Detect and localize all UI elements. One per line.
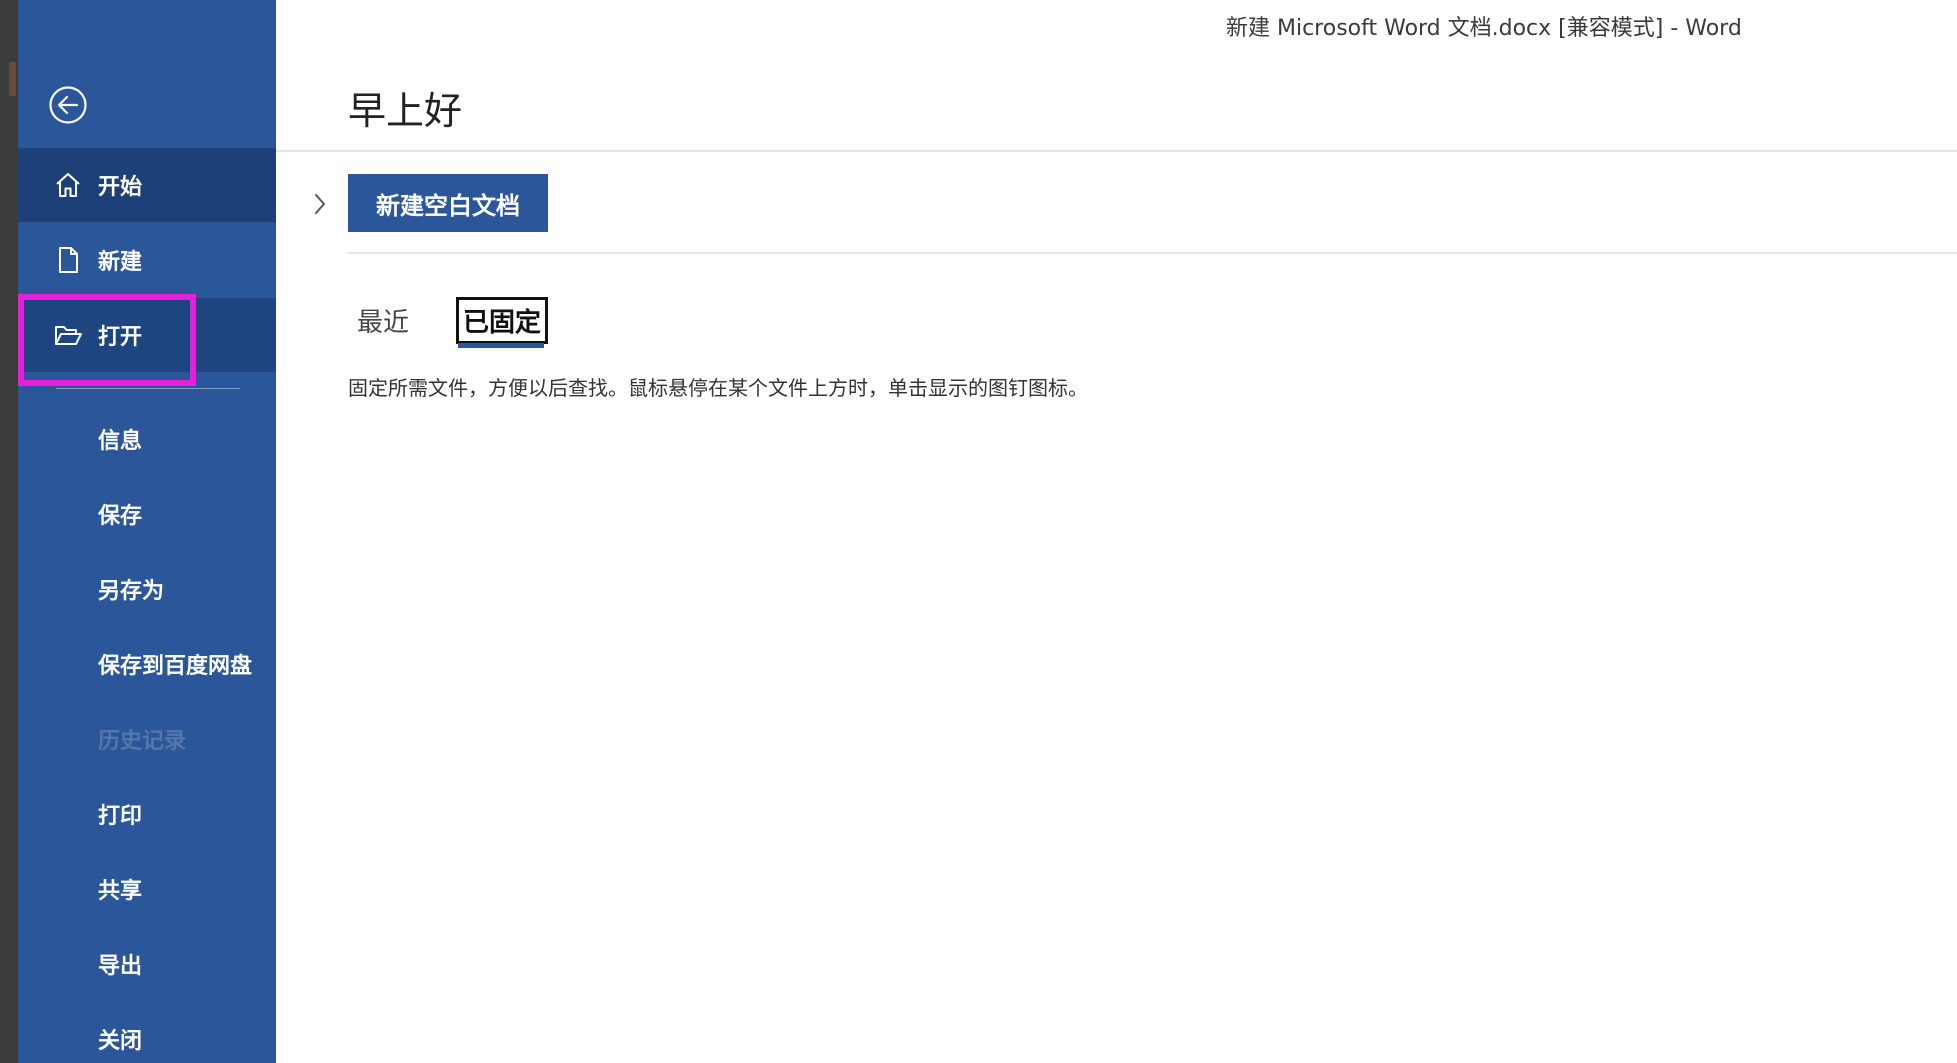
back-button[interactable] [48,85,88,125]
home-icon [56,173,80,197]
sidebar-item-save-to-baidu[interactable]: 保存到百度网盘 [18,627,276,701]
sidebar-item-label: 保存到百度网盘 [98,654,253,679]
sidebar-item-label: 另存为 [98,579,165,604]
sidebar-item-label: 历史记录 [98,729,187,754]
chevron-right-icon [315,194,325,214]
word-backstage-window: 开始 新建 打开 信息 保存 另存为 保存到百度网盘 历史记录 打印 共享 导出… [0,0,1957,1063]
sidebar-item-history: 历史记录 [18,702,276,776]
pinned-hint-text: 固定所需文件，方便以后查找。鼠标悬停在某个文件上方时，单击显示的图钉图标。 [348,376,1088,400]
sidebar-item-print[interactable]: 打印 [18,777,276,851]
sidebar-divider [56,388,240,389]
open-folder-icon [55,326,82,345]
window-edge-strip [0,0,18,1063]
sidebar-item-open[interactable]: 打开 [18,298,276,372]
sidebar-item-label: 开始 [98,175,143,200]
templates-divider [348,252,1957,254]
sidebar-item-new[interactable]: 新建 [18,223,276,297]
sidebar-item-home[interactable]: 开始 [18,148,276,222]
back-arrow-circle-icon [49,86,87,124]
expand-templates-button[interactable] [308,190,332,218]
window-title: 新建 Microsoft Word 文档.docx [兼容模式] - Word [1226,16,1742,41]
backstage-sidebar: 开始 新建 打开 信息 保存 另存为 保存到百度网盘 历史记录 打印 共享 导出… [18,0,276,1063]
new-blank-document-button[interactable]: 新建空白文档 [348,174,548,232]
sidebar-item-export[interactable]: 导出 [18,927,276,1001]
new-document-icon [59,247,78,273]
header-divider [276,150,1957,152]
sidebar-item-save[interactable]: 保存 [18,477,276,551]
sidebar-item-label: 信息 [98,429,143,454]
sidebar-item-label: 关闭 [98,1029,143,1054]
tab-selected-underline [458,343,544,348]
greeting-heading: 早上好 [348,89,463,133]
edge-mark [9,62,16,96]
sidebar-item-label: 打印 [98,804,143,829]
sidebar-item-label: 导出 [98,954,143,979]
tab-pinned[interactable]: 已固定 [456,297,549,344]
sidebar-item-label: 新建 [98,250,143,275]
tab-recent[interactable]: 最近 [357,302,409,339]
sidebar-item-label: 共享 [98,879,143,904]
sidebar-item-info[interactable]: 信息 [18,402,276,476]
sidebar-item-save-as[interactable]: 另存为 [18,552,276,626]
sidebar-item-close[interactable]: 关闭 [18,1002,276,1063]
sidebar-item-share[interactable]: 共享 [18,852,276,926]
sidebar-item-label: 打开 [98,325,143,350]
sidebar-item-label: 保存 [98,504,143,529]
